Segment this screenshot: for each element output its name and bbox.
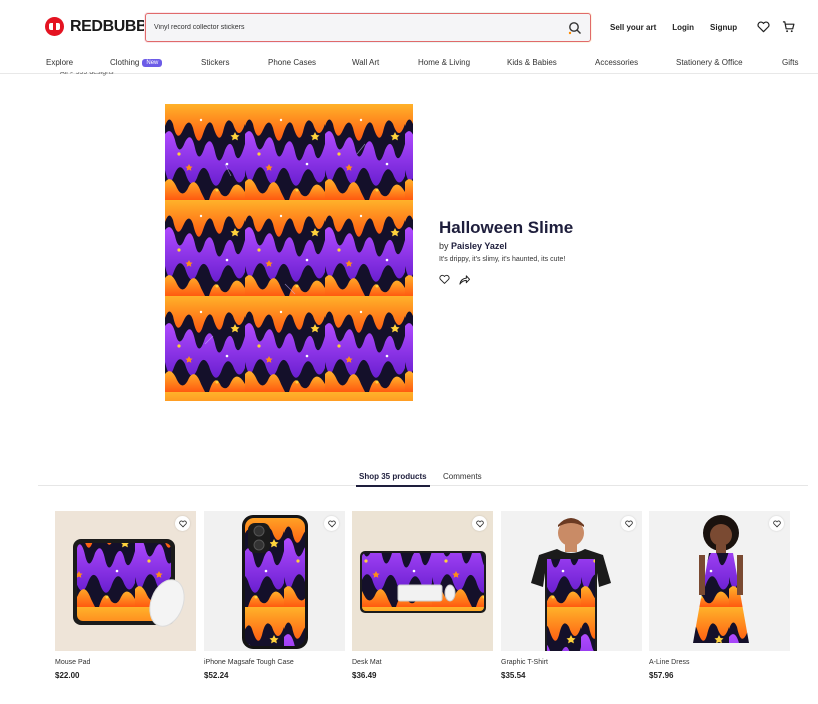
favorites-heart-icon[interactable]	[757, 21, 770, 33]
site-header: REDBUBBLE Sell your art Login Signup	[0, 0, 818, 56]
signup-link[interactable]: Signup	[710, 23, 737, 32]
product-price: $35.54	[501, 671, 526, 680]
category-nav: Explore Clothing New Stickers Phone Cases…	[0, 56, 818, 74]
mouse-pad-illustration	[73, 539, 185, 627]
nav-gifts[interactable]: Gifts	[782, 58, 798, 67]
product-price: $52.24	[204, 671, 229, 680]
nav-explore[interactable]: Explore	[46, 58, 73, 67]
nav-stationery-office[interactable]: Stationery & Office	[676, 58, 743, 67]
product-image-mouse-pad[interactable]	[55, 511, 196, 651]
product-image-graphic-tshirt[interactable]	[501, 511, 642, 651]
product-price: $57.96	[649, 671, 674, 680]
favorite-button[interactable]	[324, 516, 339, 531]
artist-link[interactable]: Paisley Yazel	[451, 241, 507, 251]
design-artwork[interactable]	[165, 104, 413, 401]
product-card[interactable]: iPhone Magsafe Tough Case $52.24	[204, 511, 345, 680]
favorite-button[interactable]	[472, 516, 487, 531]
search-bar	[144, 12, 592, 43]
product-card[interactable]: Desk Mat $36.49	[352, 511, 493, 680]
heart-icon	[327, 520, 336, 527]
by-label: by	[439, 241, 449, 251]
sell-your-art-link[interactable]: Sell your art	[610, 23, 656, 32]
share-icon[interactable]	[459, 274, 470, 285]
tab-comments[interactable]: Comments	[443, 472, 482, 481]
account-links: Sell your art Login Signup	[610, 23, 753, 32]
product-image-phone-case[interactable]	[204, 511, 345, 651]
product-image-desk-mat[interactable]	[352, 511, 493, 651]
product-price: $22.00	[55, 671, 80, 680]
favorite-heart-icon[interactable]	[439, 274, 450, 285]
product-image-aline-dress[interactable]	[649, 511, 790, 651]
redbubble-logo-icon	[45, 17, 64, 36]
product-name: Mouse Pad	[55, 659, 91, 666]
design-description: It's drippy, it's slimy, it's haunted, i…	[439, 256, 566, 263]
product-name: Desk Mat	[352, 659, 382, 666]
nav-stickers[interactable]: Stickers	[201, 58, 229, 67]
tshirt-model-illustration	[531, 518, 611, 651]
search-input[interactable]	[154, 14, 554, 41]
favorite-button[interactable]	[769, 516, 784, 531]
product-card[interactable]: Mouse Pad $22.00	[55, 511, 196, 680]
nav-clothing-label: Clothing	[110, 58, 140, 67]
nav-accessories[interactable]: Accessories	[595, 58, 638, 67]
product-tabs: Shop 35 products Comments	[38, 466, 808, 487]
design-actions	[439, 274, 573, 285]
nav-wall-art[interactable]: Wall Art	[352, 58, 379, 67]
breadcrumb[interactable]: All > 999 designs	[60, 72, 114, 78]
nav-home-living[interactable]: Home & Living	[418, 58, 470, 67]
byline: by Paisley Yazel	[439, 241, 573, 251]
heart-icon	[178, 520, 187, 527]
design-title: Halloween Slime	[439, 218, 574, 237]
product-name: Graphic T-Shirt	[501, 659, 548, 666]
search-box	[145, 13, 591, 42]
login-link[interactable]: Login	[672, 23, 694, 32]
nav-phone-cases[interactable]: Phone Cases	[268, 58, 316, 67]
tab-shop-products[interactable]: Shop 35 products	[356, 472, 430, 487]
new-badge: New	[142, 59, 163, 67]
heart-icon	[772, 520, 781, 527]
nav-clothing[interactable]: Clothing New	[110, 58, 163, 67]
favorite-button[interactable]	[621, 516, 636, 531]
product-name: A-Line Dress	[649, 659, 690, 666]
heart-icon	[475, 520, 484, 527]
heart-icon	[624, 520, 633, 527]
product-card[interactable]: A-Line Dress $57.96	[649, 511, 790, 680]
design-info: Halloween Slime by Paisley Yazel It's dr…	[439, 218, 573, 285]
favorite-button[interactable]	[175, 516, 190, 531]
desk-mat-illustration	[360, 551, 486, 613]
cart-icon[interactable]	[782, 20, 795, 33]
dress-model-illustration	[693, 515, 749, 643]
product-name: iPhone Magsafe Tough Case	[204, 659, 294, 666]
phone-case-illustration	[242, 515, 308, 649]
search-icon[interactable]	[568, 21, 582, 35]
product-card[interactable]: Graphic T-Shirt $35.54	[501, 511, 642, 680]
nav-kids-babies[interactable]: Kids & Babies	[507, 58, 557, 67]
product-price: $36.49	[352, 671, 377, 680]
